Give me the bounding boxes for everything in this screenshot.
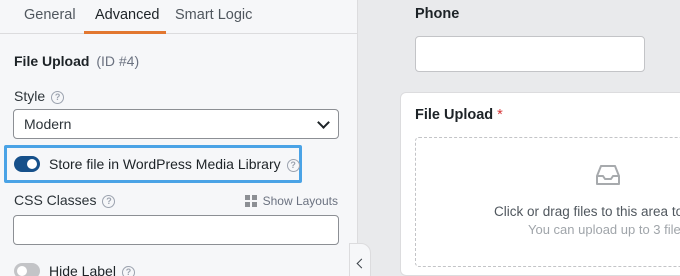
tab-general[interactable]: General <box>24 7 76 23</box>
dropzone-subtext: You can upload up to 3 file <box>528 222 680 237</box>
chevron-down-icon <box>317 116 330 129</box>
hide-label-toggle[interactable] <box>14 263 40 276</box>
phone-input[interactable] <box>415 36 645 72</box>
media-library-row: Store file in WordPress Media Library? <box>49 156 300 172</box>
dropzone-text: Click or drag files to this area to u <box>494 204 680 219</box>
style-label: Style <box>14 88 46 104</box>
field-name: File Upload <box>14 53 90 69</box>
inbox-icon <box>596 165 620 185</box>
help-icon[interactable]: ? <box>286 158 300 172</box>
toggle-knob <box>17 266 27 276</box>
phone-field-label: Phone <box>415 6 460 22</box>
tab-bar: General Advanced Smart Logic <box>0 0 358 34</box>
required-mark: * <box>497 107 503 123</box>
style-select-value: Modern <box>24 116 72 132</box>
grid-icon <box>244 195 257 207</box>
file-dropzone[interactable] <box>415 137 680 267</box>
active-tab-indicator <box>84 31 166 34</box>
css-classes-label-row: CSS Classes? <box>14 192 116 208</box>
show-layouts-link[interactable]: Show Layouts <box>244 194 338 208</box>
show-layouts-label: Show Layouts <box>262 194 338 208</box>
css-classes-input[interactable] <box>13 215 339 245</box>
tab-smart-logic[interactable]: Smart Logic <box>175 7 252 23</box>
help-icon[interactable]: ? <box>51 90 65 104</box>
help-icon[interactable]: ? <box>121 265 135 276</box>
hide-label-text: Hide Label <box>49 263 116 276</box>
file-upload-label-text: File Upload <box>415 107 494 123</box>
field-options-panel: General Advanced Smart Logic File Upload… <box>0 0 358 276</box>
media-library-label: Store file in WordPress Media Library <box>49 156 281 172</box>
css-classes-label: CSS Classes <box>14 192 97 208</box>
panel-gutter <box>358 0 378 276</box>
help-icon[interactable]: ? <box>102 194 116 208</box>
toggle-knob <box>27 159 37 169</box>
media-library-toggle[interactable] <box>14 156 40 172</box>
field-title: File Upload (ID #4) <box>14 53 139 69</box>
hide-label-row: Hide Label? <box>49 263 135 276</box>
chevron-left-icon <box>356 258 367 269</box>
collapse-panel-button[interactable] <box>349 243 371 276</box>
tab-advanced[interactable]: Advanced <box>95 7 160 23</box>
style-select[interactable]: Modern <box>13 109 339 139</box>
style-label-row: Style? <box>14 88 65 104</box>
field-id: (ID #4) <box>96 53 140 69</box>
file-upload-label: File Upload * <box>415 107 503 123</box>
